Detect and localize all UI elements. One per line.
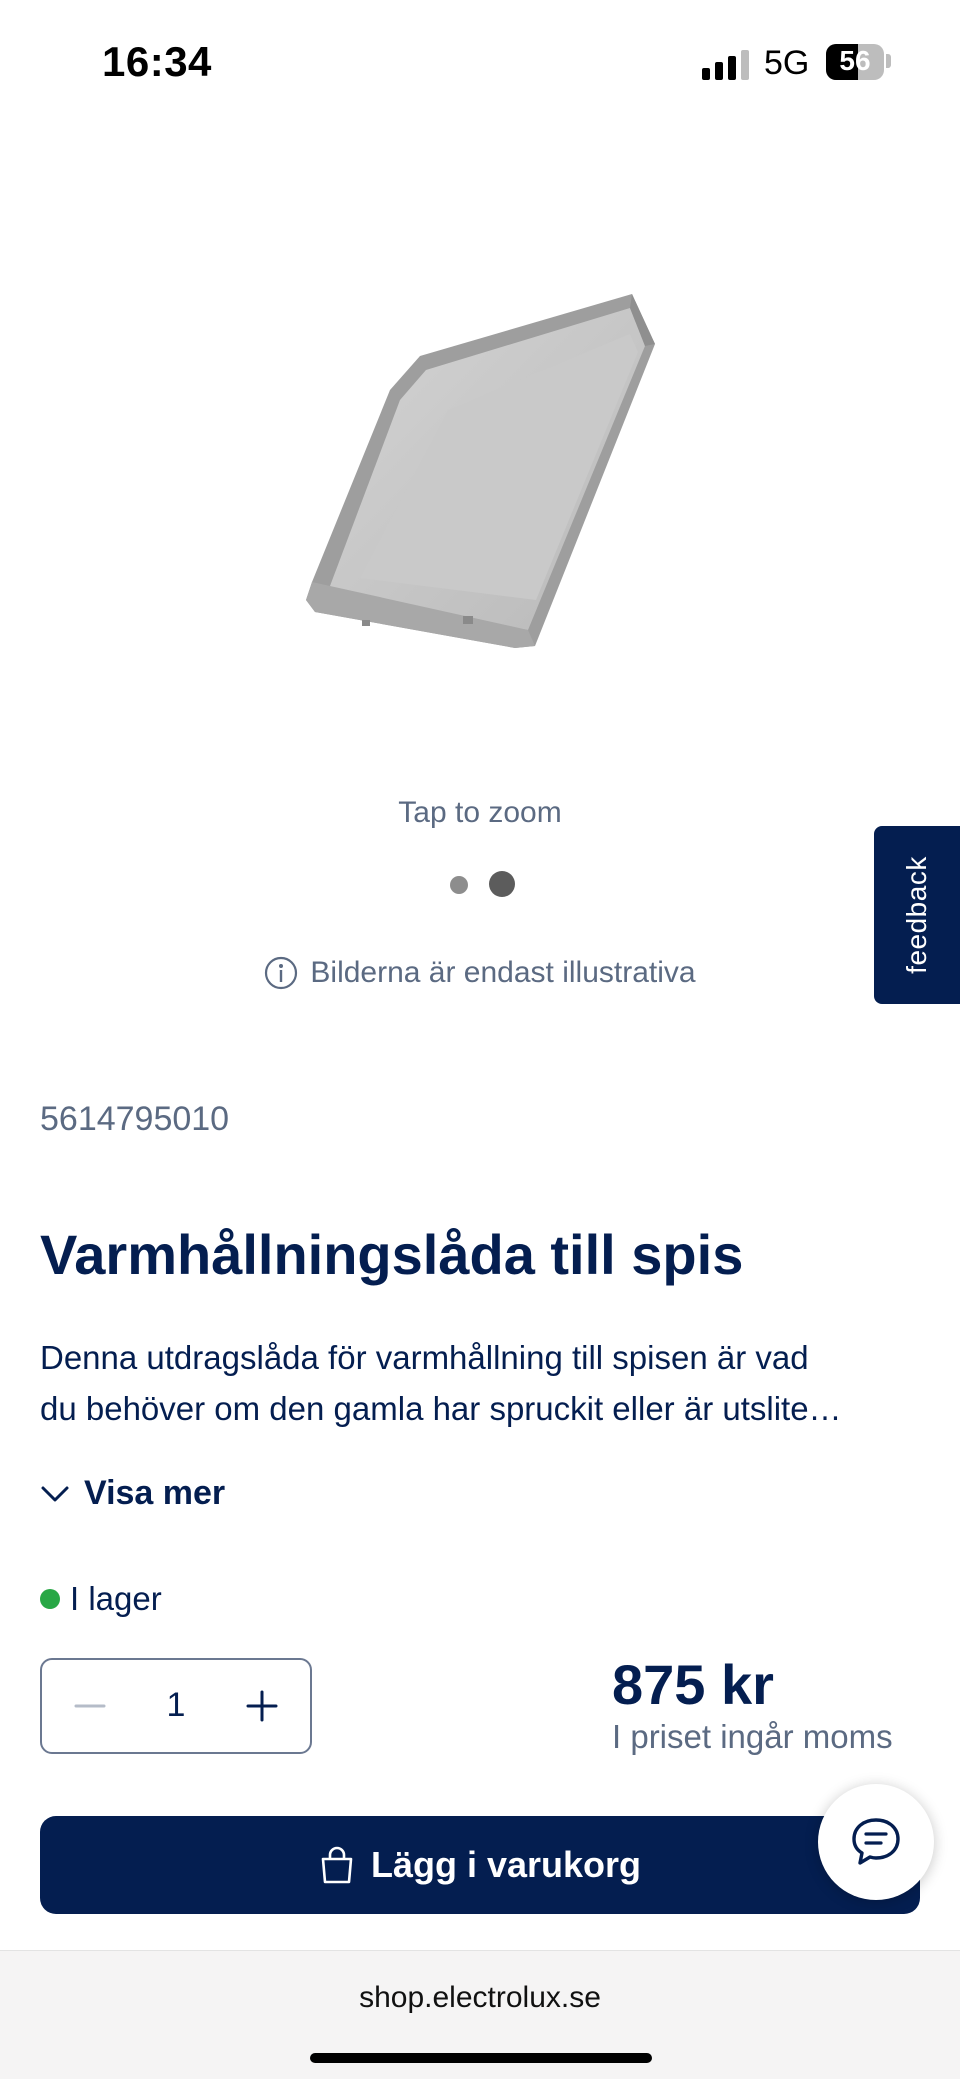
status-time: 16:34	[102, 38, 212, 85]
image-disclaimer-text: Bilderna är endast illustrativa	[310, 956, 696, 989]
stock-status-label: I lager	[70, 1580, 162, 1617]
add-to-cart-label: Lägg i varukorg	[370, 1844, 642, 1885]
show-more-button[interactable]: Visa mer	[40, 1474, 225, 1513]
product-price: 875 kr	[612, 1653, 774, 1716]
product-description: Denna utdragslåda för varmhållning till …	[40, 1332, 920, 1434]
image-disclaimer: Bilderna är endast illustrativa	[0, 956, 960, 990]
product-title: Varmhållningslåda till spis	[40, 1223, 744, 1286]
browser-url[interactable]: shop.electrolux.se	[0, 1981, 960, 2015]
description-line-2: du behöver om den gamla har spruckit ell…	[40, 1390, 842, 1427]
carousel-dot-1[interactable]	[450, 876, 468, 894]
price-vat-note: I priset ingår moms	[612, 1718, 893, 1755]
chat-icon	[852, 1818, 900, 1865]
battery-tip	[886, 54, 891, 68]
info-icon	[265, 956, 298, 990]
cellular-signal-icon	[702, 48, 750, 80]
carousel-dot-2-active[interactable]	[489, 871, 515, 897]
plus-icon[interactable]	[240, 1684, 284, 1728]
add-to-cart-button[interactable]: Lägg i varukorg	[40, 1816, 920, 1914]
show-more-label: Visa mer	[84, 1474, 226, 1512]
browser-address-bar[interactable]: shop.electrolux.se	[0, 1950, 960, 2079]
in-stock-dot-icon	[40, 1589, 60, 1609]
battery-icon: 56	[826, 44, 884, 80]
feedback-tab[interactable]: feedback	[874, 826, 960, 1004]
quantity-stepper: 1	[40, 1658, 312, 1754]
product-image[interactable]	[250, 260, 690, 660]
battery-percentage: 56	[839, 45, 871, 76]
description-line-1: Denna utdragslåda för varmhållning till …	[40, 1339, 809, 1376]
tap-to-zoom-hint[interactable]: Tap to zoom	[0, 796, 960, 830]
product-sku: 5614795010	[40, 1100, 230, 1138]
shopping-bag-icon	[321, 1846, 353, 1884]
network-type: 5G	[764, 44, 810, 82]
stock-status: I lager	[40, 1580, 162, 1618]
feedback-label: feedback	[901, 856, 932, 974]
chevron-down-icon	[41, 1486, 69, 1501]
chat-button[interactable]	[818, 1784, 934, 1900]
home-indicator[interactable]	[310, 2053, 652, 2063]
